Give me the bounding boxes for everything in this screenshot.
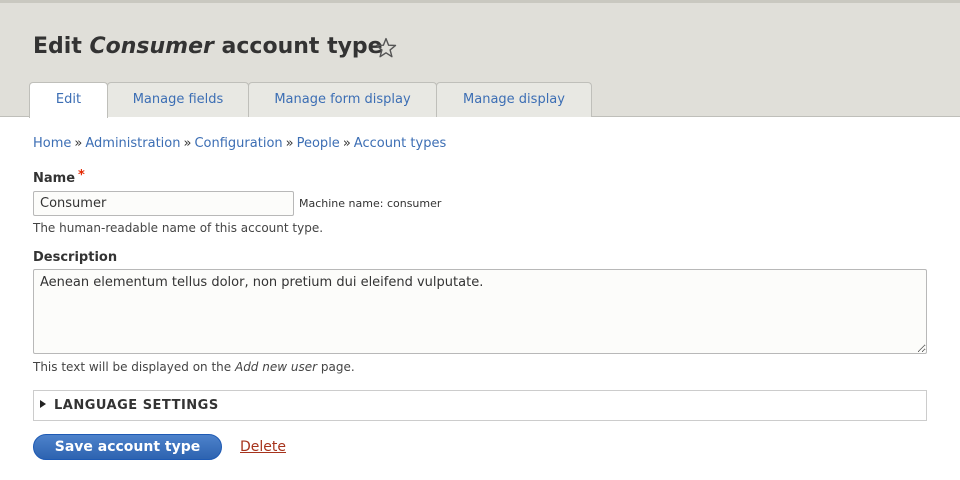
save-account-type-button[interactable]: Save account type bbox=[33, 434, 222, 460]
name-input[interactable] bbox=[33, 191, 294, 216]
language-settings-details: LANGUAGE SETTINGS bbox=[33, 390, 927, 421]
description-textarea[interactable]: Aenean elementum tellus dolor, non preti… bbox=[33, 269, 927, 354]
description-help-text: This text will be displayed on the Add n… bbox=[33, 360, 355, 374]
breadcrumb-separator: » bbox=[74, 136, 83, 151]
language-settings-toggle[interactable]: LANGUAGE SETTINGS bbox=[40, 398, 219, 414]
machine-name: Machine name: consumer bbox=[299, 197, 442, 210]
delete-link[interactable]: Delete bbox=[240, 438, 286, 456]
tab-manage-form-display[interactable]: Manage form display bbox=[248, 82, 437, 117]
tab-edit[interactable]: Edit bbox=[29, 82, 108, 118]
name-label: Name * bbox=[33, 168, 85, 186]
breadcrumb-separator: » bbox=[285, 136, 294, 151]
star-outline-icon[interactable] bbox=[374, 36, 398, 60]
breadcrumb-configuration[interactable]: Configuration bbox=[194, 136, 282, 151]
page-title: Edit Consumer account type bbox=[33, 34, 383, 59]
breadcrumb: Home» Administration» Configuration» People… bbox=[33, 135, 446, 153]
page-header: Edit Consumer account type Edit Manage f… bbox=[0, 3, 960, 118]
breadcrumb-separator: » bbox=[183, 136, 192, 151]
breadcrumb-administration[interactable]: Administration bbox=[85, 136, 180, 151]
triangle-right-icon bbox=[40, 400, 46, 408]
required-marker: * bbox=[78, 168, 85, 183]
tab-manage-fields[interactable]: Manage fields bbox=[107, 82, 249, 117]
name-help-text: The human-readable name of this account … bbox=[33, 221, 324, 235]
tab-manage-display[interactable]: Manage display bbox=[436, 82, 592, 117]
breadcrumb-people[interactable]: People bbox=[297, 136, 340, 151]
breadcrumb-separator: » bbox=[342, 136, 351, 151]
breadcrumb-account-types[interactable]: Account types bbox=[354, 136, 446, 151]
description-label: Description bbox=[33, 250, 118, 265]
breadcrumb-home[interactable]: Home bbox=[33, 136, 71, 151]
